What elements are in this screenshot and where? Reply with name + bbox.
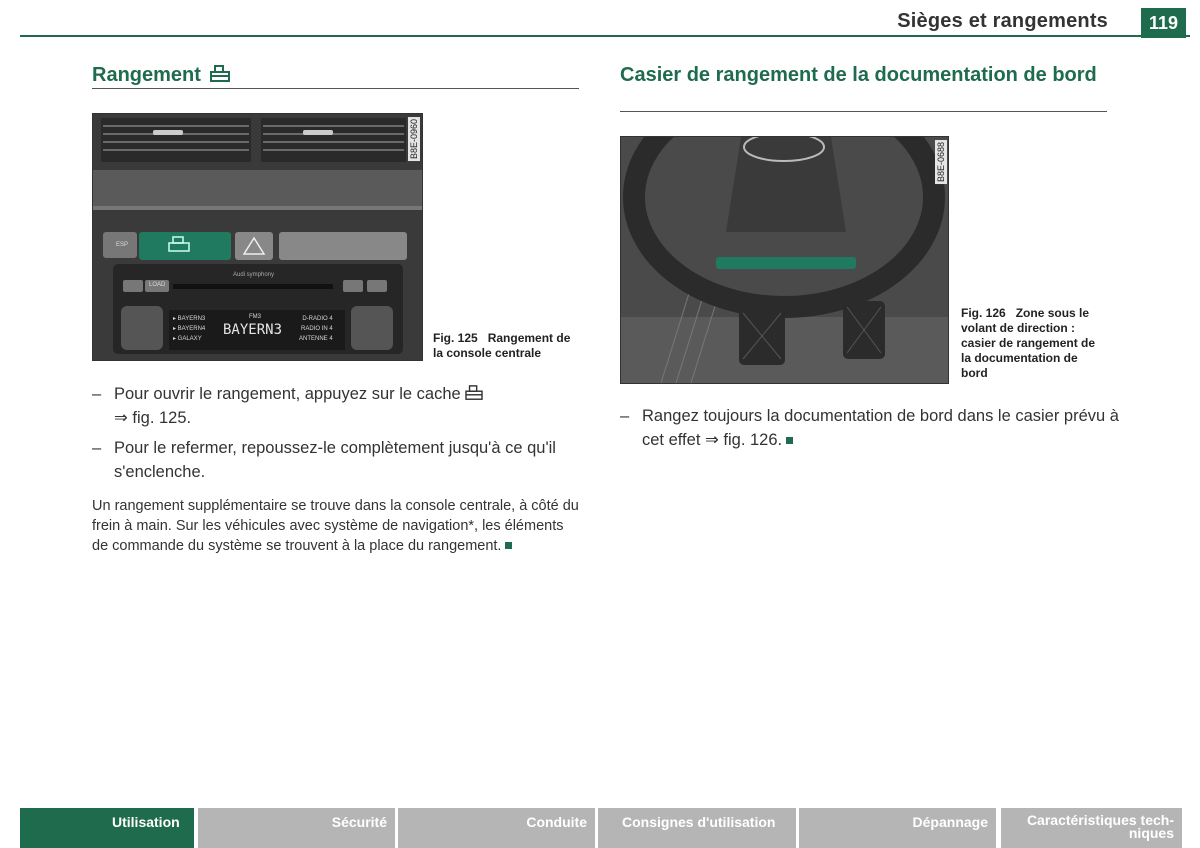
figure-code: B8E-0688: [935, 140, 947, 185]
caption-number: Fig. 126: [961, 306, 1006, 320]
radio-band: FM3: [249, 314, 261, 320]
instruction-bullet: – Rangez toujours la documentation de bo…: [620, 407, 1119, 449]
figure-caption-126: Fig. 126 Zone sous le volant de directio…: [961, 306, 1107, 381]
figure-caption-125: Fig. 125 Rangement de la console central…: [433, 331, 578, 361]
section-title-casier: Casier de rangement de la documentation …: [620, 64, 1097, 86]
footer-tab-securite[interactable]: Sécurité: [198, 808, 395, 848]
radio-main-station: BAYERN3: [223, 322, 283, 338]
steering-illustration: [621, 137, 948, 383]
instruction-bullet: – Pour ouvrir le rangement, appuyez sur …: [92, 382, 584, 430]
radio-brand: Audi symphony: [233, 272, 275, 278]
radio-station: ▸ GALAXY: [173, 336, 202, 342]
radio-station: ▸ BAYERN3: [173, 316, 206, 322]
esp-button-label: ESP: [116, 242, 129, 248]
body-paragraph: Un rangement supplémentaire se trouve da…: [92, 496, 582, 556]
header-rule: [20, 35, 1190, 37]
figure-126-steering-wheel-area: B8E-0688: [620, 136, 949, 384]
footer-tab-utilisation[interactable]: Utilisation: [20, 808, 194, 848]
page-number: 119: [1141, 8, 1186, 38]
section-rule: [92, 88, 579, 89]
end-of-section-mark: [786, 437, 794, 444]
storage-compartment-icon: [465, 385, 483, 400]
section-title-text: Rangement: [92, 64, 201, 86]
figure-reference: ⇒ fig. 125.: [114, 409, 192, 427]
instruction-bullet: – Pour le refermer, repoussez-le complèt…: [92, 439, 556, 481]
running-header-title: Sièges et rangements: [897, 10, 1108, 32]
section-rule: [620, 111, 1107, 112]
radio-station: ▸ BAYERN4: [173, 326, 206, 332]
end-of-section-mark: [505, 542, 513, 549]
radio-station: ANTENNE 4: [299, 336, 333, 342]
bullet-text: Pour le refermer, repoussez-le complètem…: [114, 439, 556, 481]
load-button-label: LOAD: [149, 282, 166, 288]
footer-tab-caracteristiques[interactable]: Caractéristiques tech- niques: [1001, 808, 1182, 848]
footer-tab-depannage[interactable]: Dépannage: [799, 808, 996, 848]
figure-code: B8E-0960: [408, 117, 420, 162]
radio-station-list-left: ▸ BAYERN3 ▸ BAYERN4 ▸ GALAXY: [173, 314, 205, 344]
caption-number: Fig. 125: [433, 331, 478, 345]
bullet-text: Pour ouvrir le rangement, appuyez sur le…: [114, 385, 461, 403]
section-title-rangement: Rangement: [92, 64, 231, 87]
radio-station: D-RADIO 4: [302, 316, 333, 322]
footer-tab-conduite[interactable]: Conduite: [398, 808, 595, 848]
radio-station: RADIO IN 4: [301, 326, 333, 332]
bullet-text: Rangez toujours la documentation de bord…: [642, 407, 1119, 449]
figure-125-center-console: ESP LOAD Audi symphony ▸ BAYERN3 ▸ BAYER…: [92, 113, 423, 361]
tab-label-line: niques: [1128, 825, 1174, 841]
storage-compartment-icon: [210, 65, 231, 82]
radio-station-list-right: D-RADIO 4 RADIO IN 4 ANTENNE 4: [299, 314, 333, 344]
footer-tab-consignes[interactable]: Consignes d'utilisation: [598, 808, 796, 848]
